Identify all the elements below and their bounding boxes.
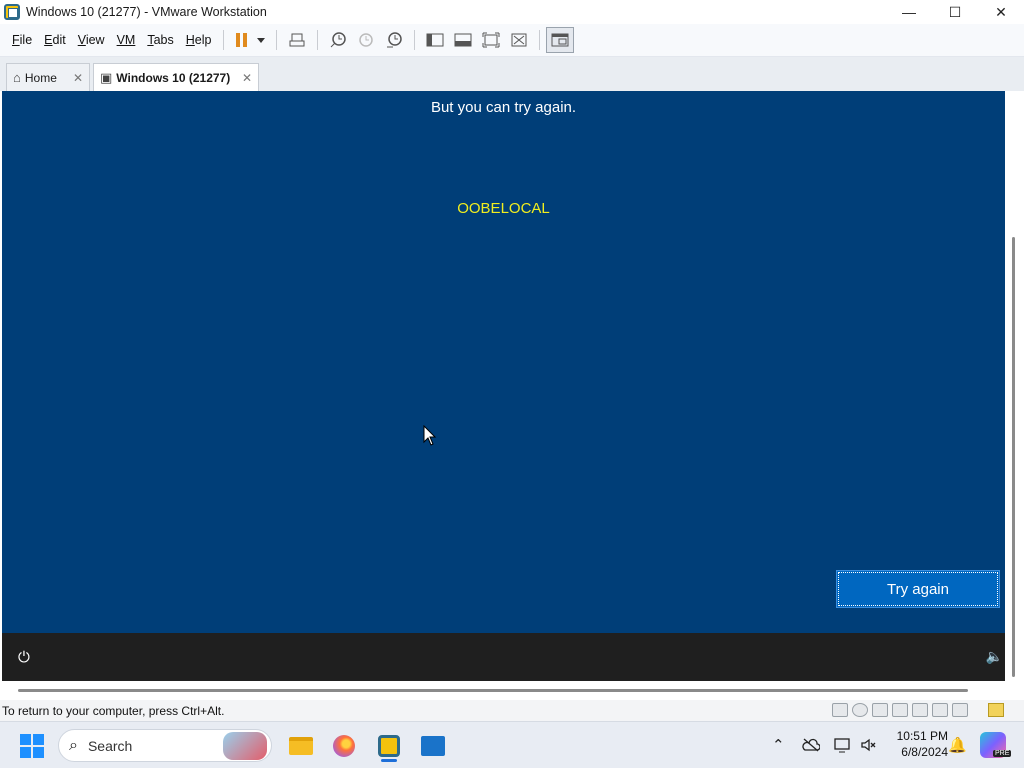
menu-help[interactable]: Help <box>180 33 218 47</box>
thumbnail-bar-button[interactable] <box>449 27 477 53</box>
vmware-logo-icon <box>4 4 20 20</box>
clock-time: 10:51 PM <box>896 729 948 743</box>
vmware-taskbar-button[interactable] <box>373 730 405 762</box>
taskbar-search-box[interactable]: ⌕ Search <box>58 729 272 762</box>
snapshot-manager-button[interactable] <box>380 27 408 53</box>
volume-muted-icon[interactable] <box>860 737 878 753</box>
home-icon: ⌂ <box>13 70 21 85</box>
sound-card-icon[interactable] <box>932 703 948 717</box>
revert-snapshot-button[interactable] <box>352 27 380 53</box>
usb-controller-icon[interactable] <box>892 703 908 717</box>
message-log-icon[interactable] <box>988 703 1004 717</box>
tab-home-label: Home <box>24 70 57 85</box>
firefox-icon <box>333 735 355 757</box>
network-app-icon <box>421 736 445 756</box>
horizontal-scroll-thumb[interactable] <box>18 689 968 692</box>
display-icon[interactable] <box>834 737 852 753</box>
minimize-button[interactable]: — <box>886 0 932 24</box>
status-bar: To return to your computer, press Ctrl+A… <box>0 700 1024 721</box>
toolbar-separator <box>223 30 225 50</box>
file-explorer-taskbar-button[interactable] <box>285 730 317 762</box>
menu-tabs[interactable]: Tabs <box>141 33 179 47</box>
device-status-icons <box>832 703 968 717</box>
oobe-error-code: OOBELOCAL <box>457 200 550 217</box>
pause-button[interactable] <box>230 27 252 53</box>
copilot-preview-badge: PRE <box>993 750 1012 757</box>
title-bar: Windows 10 (21277) - VMware Workstation … <box>0 0 1024 24</box>
pause-icon <box>235 33 247 47</box>
chevron-down-icon <box>257 37 266 43</box>
console-view-icon <box>551 33 569 47</box>
network-adapter-icon[interactable] <box>872 703 888 717</box>
menu-file[interactable]: File <box>6 33 38 47</box>
console-view-button[interactable] <box>546 27 575 53</box>
tab-vm-label: Windows 10 (21277) <box>116 70 231 85</box>
hard-disk-icon[interactable] <box>832 703 848 717</box>
vertical-scroll-thumb[interactable] <box>1012 237 1015 677</box>
vm-display[interactable]: But you can try again. OOBELOCAL Try aga… <box>2 91 1005 633</box>
tab-bar: ⌂ Home ✕ ▣ Windows 10 (21277) ✕ <box>0 57 1024 91</box>
horizontal-scrollbar[interactable] <box>0 683 1024 700</box>
try-again-button[interactable]: Try again <box>836 570 1000 608</box>
status-message: To return to your computer, press Ctrl+A… <box>2 703 225 718</box>
tab-home[interactable]: ⌂ Home ✕ <box>6 63 90 91</box>
snapshot-take-icon <box>331 32 347 48</box>
volume-icon[interactable]: 🔈 <box>986 648 1003 665</box>
maximize-button[interactable]: ☐ <box>932 0 978 24</box>
tab-vm-close-button[interactable]: ✕ <box>242 71 252 85</box>
snapshot-revert-icon <box>359 33 374 47</box>
cd-dvd-icon[interactable] <box>852 703 868 717</box>
onedrive-icon[interactable] <box>802 738 820 752</box>
thumbnail-bar-icon <box>454 33 472 47</box>
vm-icon: ▣ <box>100 69 113 85</box>
oobe-subtitle: But you can try again. <box>430 99 577 116</box>
network-app-taskbar-button[interactable] <box>417 730 449 762</box>
vm-oobe-footer: ⏻ 🔈 <box>2 633 1005 681</box>
search-icon: ⌕ <box>69 736 78 754</box>
send-ctrl-alt-del-button[interactable] <box>283 27 311 53</box>
chevron-up-icon[interactable]: ⌃ <box>772 736 785 754</box>
full-screen-button[interactable] <box>477 27 505 53</box>
vmware-icon <box>378 735 400 757</box>
library-button[interactable] <box>421 27 449 53</box>
send-ctrl-alt-del-icon <box>289 33 305 47</box>
tab-windows-10[interactable]: ▣ Windows 10 (21277) ✕ <box>93 63 259 91</box>
window-title: Windows 10 (21277) - VMware Workstation <box>26 5 267 19</box>
folder-icon <box>289 737 313 755</box>
snapshot-manager-icon <box>387 32 403 48</box>
unity-button[interactable] <box>505 27 533 53</box>
unity-icon <box>511 33 527 47</box>
ease-of-access-icon[interactable]: ⏻ <box>18 649 30 666</box>
windows-taskbar: ⌕ Search ⌃ 10:51 PM 6/8/2024 🔔 PRE <box>0 721 1024 768</box>
power-dropdown-button[interactable] <box>252 27 270 53</box>
menu-vm[interactable]: VM <box>111 33 142 47</box>
printer-icon[interactable] <box>912 703 928 717</box>
windows-start-button[interactable] <box>20 734 44 758</box>
window-controls: — ☐ ✕ <box>886 0 1024 24</box>
search-placeholder: Search <box>87 737 133 754</box>
menu-toolbar: File Edit View VM Tabs Help <box>0 24 1024 57</box>
full-screen-icon <box>482 32 500 48</box>
menu-view[interactable]: View <box>72 33 111 47</box>
take-snapshot-button[interactable] <box>324 27 352 53</box>
notification-bell-icon[interactable]: 🔔 <box>948 736 967 754</box>
library-icon <box>426 33 444 47</box>
close-button[interactable]: ✕ <box>978 0 1024 24</box>
clock-date: 6/8/2024 <box>901 745 948 759</box>
taskbar-clock[interactable]: 10:51 PM 6/8/2024 <box>884 728 948 760</box>
search-highlight-icon <box>223 732 267 760</box>
tab-home-close-button[interactable]: ✕ <box>73 71 83 85</box>
vertical-scrollbar[interactable] <box>1005 91 1024 683</box>
firefox-taskbar-button[interactable] <box>328 730 360 762</box>
mouse-cursor-icon <box>423 425 437 446</box>
active-app-indicator <box>381 759 397 762</box>
display-device-icon[interactable] <box>952 703 968 717</box>
menu-edit[interactable]: Edit <box>38 33 72 47</box>
